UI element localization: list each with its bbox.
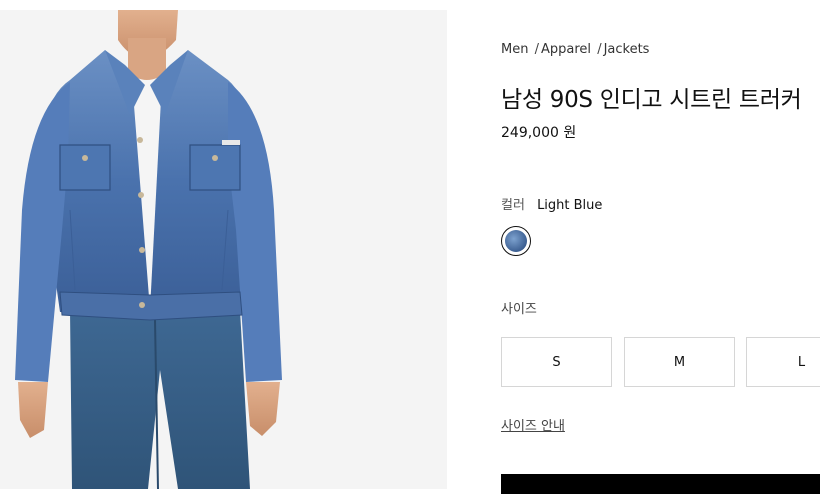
selected-color-name: Light Blue	[537, 198, 603, 213]
product-title: 남성 90S 인디고 시트린 트러커	[501, 87, 802, 113]
product-price: 249,000 원	[501, 125, 577, 141]
breadcrumb-separator: /	[534, 42, 539, 57]
breadcrumb: Men / Apparel / Jackets	[501, 42, 649, 57]
size-guide-link[interactable]: 사이즈 안내	[501, 415, 565, 434]
breadcrumb-separator: /	[597, 42, 602, 57]
product-info-panel: Men / Apparel / Jackets 남성 90S 인디고 시트린 트러커…	[501, 0, 820, 494]
size-label: 사이즈	[501, 302, 537, 317]
breadcrumb-item-men[interactable]: Men	[501, 42, 528, 57]
product-image[interactable]	[0, 10, 447, 489]
breadcrumb-item-apparel[interactable]: Apparel	[541, 42, 591, 57]
size-button-s[interactable]: S	[501, 337, 612, 387]
denim-jacket-model-image	[15, 10, 282, 489]
size-button-m[interactable]: M	[624, 337, 735, 387]
size-options: S M L	[501, 337, 820, 387]
breadcrumb-item-jackets[interactable]: Jackets	[604, 42, 650, 57]
color-selector: 컬러 Light Blue	[501, 194, 602, 213]
color-label: 컬러	[501, 198, 525, 213]
size-button-l[interactable]: L	[746, 337, 820, 387]
color-swatch-thumbnail	[505, 230, 527, 252]
add-to-cart-button[interactable]	[501, 474, 820, 494]
color-swatch-light-blue[interactable]	[501, 226, 531, 256]
